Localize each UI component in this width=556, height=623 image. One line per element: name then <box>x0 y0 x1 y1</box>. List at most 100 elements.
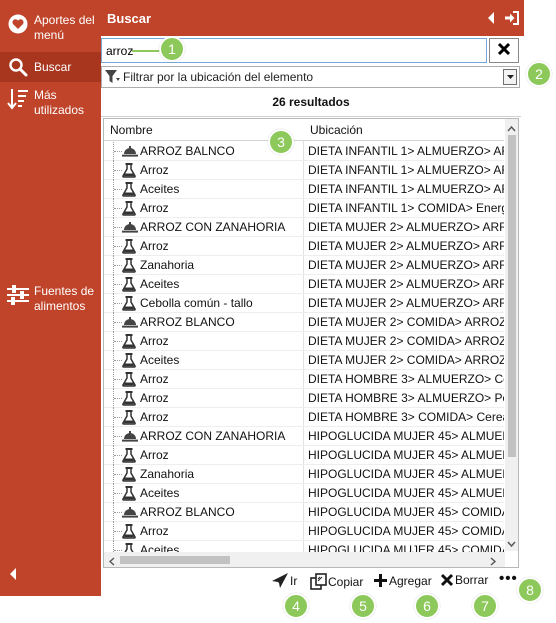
table-row[interactable]: Aceites HIPOGLUCIDA MUJER 45> ALMUERZO> A… <box>104 484 504 503</box>
callout-badge: 4 <box>283 593 309 619</box>
horizontal-scrollbar[interactable] <box>104 552 505 567</box>
chevron-right-icon[interactable] <box>490 555 497 567</box>
table-row[interactable]: Arroz DIETA INFANTIL 1> COMIDA> Energetic… <box>104 199 504 218</box>
borrar-label: Borrar <box>455 573 489 587</box>
row-location: DIETA MUJER 2> ALMUERZO> ARROZ CON ZANAH… <box>308 296 504 310</box>
table-row[interactable]: Arroz DIETA MUJER 2> COMIDA> ARROZ BLANCO <box>104 332 504 351</box>
row-name: Zanahoria <box>140 467 195 481</box>
scrollbar-thumb[interactable] <box>508 135 516 457</box>
table-row[interactable]: Zanahoria HIPOGLUCIDA MUJER 45> ALMUERZO>… <box>104 465 504 484</box>
agregar-label: Agregar <box>389 573 432 588</box>
column-header-ubicacion[interactable]: Ubicación <box>310 123 363 137</box>
sliders-icon <box>7 284 29 306</box>
table-row[interactable]: ARROZ BALNCO DIETA INFANTIL 1> ALMUERZO> … <box>104 142 504 161</box>
chevron-left-icon[interactable] <box>8 567 22 583</box>
sidebar-item-buscar[interactable]: Buscar <box>0 52 101 82</box>
table-row[interactable]: ARROZ CON ZANAHORIA HIPOGLUCIDA MUJER 45>… <box>104 427 504 446</box>
results-table: Nombre Ubicación ARROZ BALNCO DIETA INFAN… <box>103 118 519 568</box>
row-name: Arroz <box>140 410 169 424</box>
bottom-toolbar: Ir Copiar Agregar Borrar ••• <box>101 568 524 596</box>
sign-in-icon[interactable] <box>504 10 520 26</box>
flask-icon <box>122 182 138 197</box>
sidebar-item-mas-utilizados[interactable]: Más utilizados <box>0 86 101 126</box>
chevron-left-icon[interactable] <box>108 555 115 567</box>
row-name: Arroz <box>140 163 169 177</box>
flask-icon <box>122 296 138 311</box>
sidebar-item-label: Buscar <box>34 59 72 74</box>
copiar-label: Copiar <box>328 574 364 589</box>
send-icon <box>272 573 288 588</box>
table-row[interactable]: Arroz DIETA HOMBRE 3> ALMUERZO> Cereales <box>104 370 504 389</box>
table-row[interactable]: Aceites DIETA MUJER 2> COMIDA> ARROZ BLAN… <box>104 351 504 370</box>
flask-icon <box>122 486 138 501</box>
row-name: Arroz <box>140 391 169 405</box>
table-row[interactable]: Arroz DIETA HOMBRE 3> COMIDA> Cereales <box>104 408 504 427</box>
row-location: DIETA INFANTIL 1> ALMUERZO> ARROZ BALNCO <box>308 163 504 177</box>
row-location: HIPOGLUCIDA MUJER 45> ALMUERZO> ARROZ CO… <box>308 486 504 500</box>
table-row[interactable]: Zanahoria DIETA MUJER 2> ALMUERZO> ARROZ … <box>104 256 504 275</box>
chevron-down-icon[interactable] <box>507 537 516 551</box>
sidebar-item-aportes[interactable]: Aportes del menú <box>0 7 101 49</box>
row-name: Aceites <box>140 353 180 367</box>
table-row[interactable]: Aceites HIPOGLUCIDA MUJER 45> COMIDA> ARR… <box>104 541 504 552</box>
table-body: ARROZ BALNCO DIETA INFANTIL 1> ALMUERZO> … <box>104 142 504 552</box>
row-location: DIETA INFANTIL 1> COMIDA> Energeticos <box>308 201 504 215</box>
row-name: ARROZ CON ZANAHORIA <box>140 220 286 234</box>
row-name: Aceites <box>140 182 180 196</box>
chevron-up-icon[interactable] <box>507 121 516 135</box>
row-location: DIETA MUJER 2> COMIDA> ARROZ BLANCO <box>308 315 504 329</box>
location-filter-select[interactable]: Filtrar por la ubicación del elemento <box>101 66 520 88</box>
flask-icon <box>122 334 138 349</box>
flask-icon <box>122 524 138 539</box>
clear-search-button[interactable] <box>489 38 519 63</box>
sidebar: Aportes del menú Buscar Más utilizados F… <box>0 0 101 596</box>
row-location: HIPOGLUCIDA MUJER 45> COMIDA> ARROZ BLAN… <box>308 524 504 538</box>
row-location: HIPOGLUCIDA MUJER 45> COMIDA> ARROZ BLAN… <box>308 505 504 519</box>
row-location: DIETA HOMBRE 3> ALMUERZO> Cereales <box>308 372 504 386</box>
table-row[interactable]: Arroz DIETA MUJER 2> ALMUERZO> ARROZ CON … <box>104 237 504 256</box>
row-name: ARROZ CON ZANAHORIA <box>140 429 286 443</box>
table-row[interactable]: Aceites DIETA INFANTIL 1> ALMUERZO> ARROZ… <box>104 180 504 199</box>
scrollbar-thumb[interactable] <box>120 556 230 564</box>
row-name: Aceites <box>140 486 180 500</box>
plus-icon <box>374 574 387 587</box>
borrar-button[interactable]: Borrar <box>440 573 488 587</box>
row-location: DIETA INFANTIL 1> ALMUERZO> ARROZ BALNCO <box>308 182 504 196</box>
callout-badge: 2 <box>526 61 552 87</box>
filter-label: Filtrar por la ubicación del elemento <box>123 70 314 84</box>
row-location: DIETA MUJER 2> ALMUERZO> ARROZ CON ZANAH… <box>308 239 504 253</box>
flask-icon <box>122 163 138 178</box>
callout-badge: 3 <box>268 129 294 155</box>
table-row[interactable]: ARROZ BLANCO DIETA MUJER 2> COMIDA> ARROZ… <box>104 313 504 332</box>
caret-left-icon[interactable] <box>487 12 497 24</box>
sidebar-item-fuentes[interactable]: Fuentes de alimentos <box>0 281 101 317</box>
ir-button[interactable]: Ir <box>272 573 297 588</box>
column-header-nombre[interactable]: Nombre <box>110 123 153 137</box>
row-location: DIETA INFANTIL 1> ALMUERZO> ARROZ BALNCO <box>308 144 504 158</box>
chevron-down-icon[interactable] <box>503 69 517 85</box>
table-row[interactable]: Arroz DIETA HOMBRE 3> ALMUERZO> Postre <box>104 389 504 408</box>
table-row[interactable]: Arroz HIPOGLUCIDA MUJER 45> COMIDA> ARROZ… <box>104 522 504 541</box>
header: Buscar <box>101 0 524 36</box>
callout-connector <box>132 50 160 52</box>
table-row[interactable]: Cebolla común - tallo DIETA MUJER 2> ALMU… <box>104 294 504 313</box>
vertical-scrollbar[interactable] <box>505 119 518 551</box>
flask-icon <box>122 258 138 273</box>
table-row[interactable]: ARROZ BLANCO HIPOGLUCIDA MUJER 45> COMIDA… <box>104 503 504 522</box>
table-row[interactable]: Arroz DIETA INFANTIL 1> ALMUERZO> ARROZ B… <box>104 161 504 180</box>
row-name: Arroz <box>140 201 169 215</box>
table-row[interactable]: Arroz HIPOGLUCIDA MUJER 45> ALMUERZO> ARR… <box>104 446 504 465</box>
row-location: HIPOGLUCIDA MUJER 45> COMIDA> ARROZ BLAN… <box>308 543 504 552</box>
row-name: ARROZ BLANCO <box>140 315 235 329</box>
more-button[interactable]: ••• <box>499 570 518 587</box>
copiar-button[interactable]: Copiar <box>310 573 363 590</box>
dish-icon <box>122 429 138 444</box>
agregar-button[interactable]: Agregar <box>373 573 432 588</box>
close-icon <box>497 42 511 59</box>
table-row[interactable]: Aceites DIETA MUJER 2> ALMUERZO> ARROZ CO… <box>104 275 504 294</box>
table-row[interactable]: ARROZ CON ZANAHORIA DIETA MUJER 2> ALMUER… <box>104 218 504 237</box>
row-name: Aceites <box>140 277 180 291</box>
row-name: ARROZ BALNCO <box>140 144 235 158</box>
divider <box>101 116 521 117</box>
sidebar-item-label: Más utilizados <box>34 88 85 117</box>
